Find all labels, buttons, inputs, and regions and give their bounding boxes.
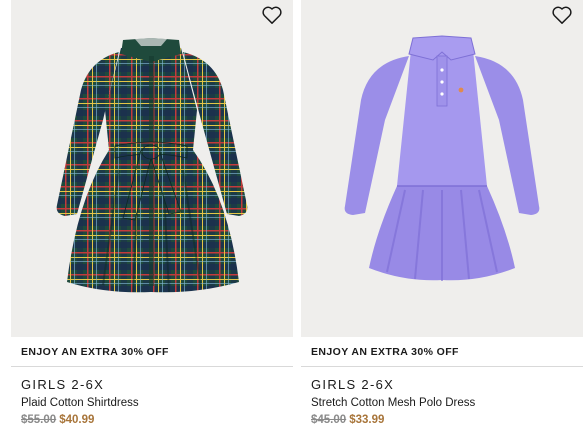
product-image-area[interactable] [11, 0, 293, 337]
product-card[interactable]: ENJOY AN EXTRA 30% OFF GIRLS 2-6X Plaid … [11, 0, 293, 425]
product-name[interactable]: Stretch Cotton Mesh Polo Dress [311, 397, 475, 409]
price-row: $55.00 $40.99 [21, 414, 94, 425]
original-price: $45.00 [311, 414, 347, 425]
plaid-shirtdress-image[interactable] [11, 0, 293, 337]
heart-icon[interactable] [261, 5, 283, 25]
product-category: GIRLS 2-6X [311, 377, 395, 392]
sale-price: $33.99 [349, 414, 385, 425]
original-price: $55.00 [21, 414, 57, 425]
divider [11, 366, 293, 367]
promo-label: ENJOY AN EXTRA 30% OFF [311, 346, 459, 358]
heart-icon[interactable] [551, 5, 573, 25]
product-image-area[interactable] [301, 0, 583, 337]
product-card[interactable]: ENJOY AN EXTRA 30% OFF GIRLS 2-6X Stretc… [301, 0, 583, 425]
product-grid: ENJOY AN EXTRA 30% OFF GIRLS 2-6X Plaid … [0, 0, 587, 425]
sale-price: $40.99 [59, 414, 95, 425]
divider [301, 366, 583, 367]
promo-label: ENJOY AN EXTRA 30% OFF [21, 346, 169, 358]
price-row: $45.00 $33.99 [311, 414, 384, 425]
polo-dress-image[interactable] [301, 0, 583, 337]
product-category: GIRLS 2-6X [21, 377, 105, 392]
product-name[interactable]: Plaid Cotton Shirtdress [21, 397, 139, 409]
